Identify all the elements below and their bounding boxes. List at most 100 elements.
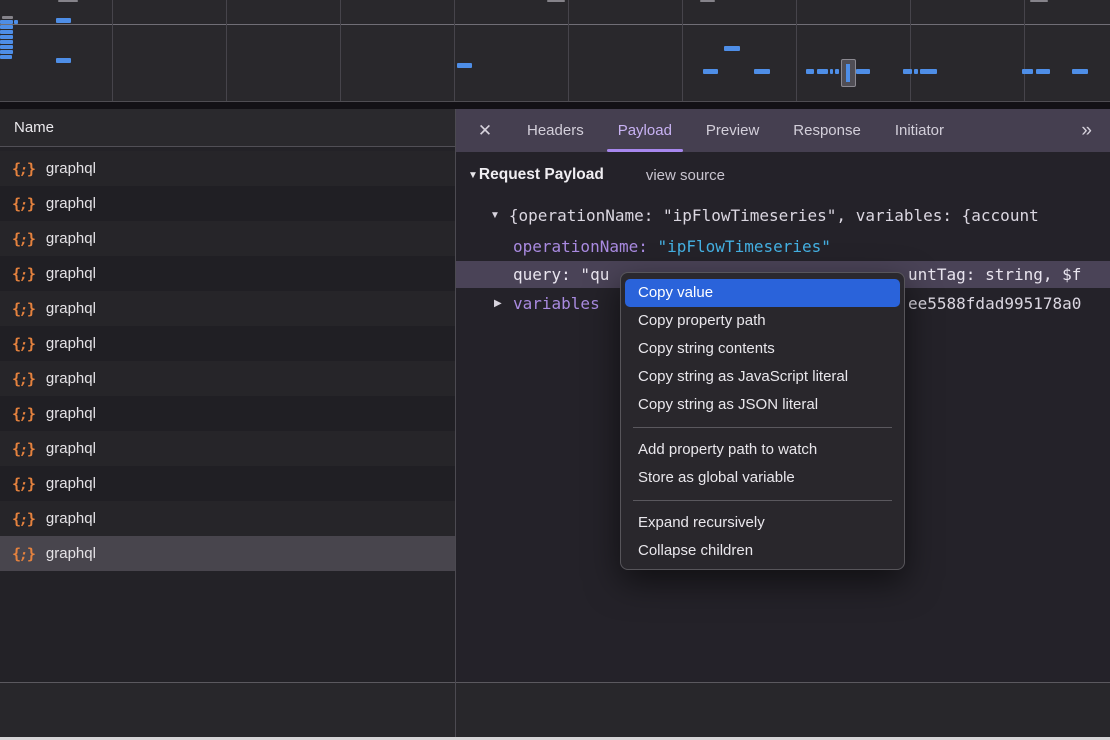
request-name-label: graphql (46, 510, 96, 527)
menu-item-copy-string-as-javascript-literal[interactable]: Copy string as JavaScript literal (625, 363, 900, 391)
request-name-label: graphql (46, 335, 96, 352)
menu-item-expand-recursively[interactable]: Expand recursively (625, 509, 900, 537)
tab-payload[interactable]: Payload (601, 109, 689, 152)
json-braces-icon: {;} (12, 160, 35, 178)
overview-gridline (340, 0, 341, 101)
table-row[interactable]: {;}graphql (0, 431, 455, 466)
network-overview[interactable] (0, 0, 1110, 102)
request-timing-bar[interactable] (817, 69, 828, 74)
request-timing-bar[interactable] (724, 46, 740, 51)
payload-summary-row[interactable]: ▼{operationName: "ipFlowTimeseries", var… (456, 202, 1110, 229)
table-row[interactable]: {;} graphql (0, 501, 455, 536)
name-column-header[interactable]: Name (0, 109, 455, 147)
request-name-label: graphql (46, 440, 96, 457)
table-row[interactable]: {;}graphql (0, 361, 455, 396)
request-timing-bar[interactable] (547, 0, 565, 2)
tab-headers[interactable]: Headers (510, 109, 601, 152)
overview-divider-line (0, 24, 1110, 25)
request-timing-bar[interactable] (806, 69, 814, 74)
close-icon[interactable]: ✕ (470, 121, 500, 141)
json-braces-icon: {;} (12, 545, 35, 563)
json-braces-icon: {;} (12, 510, 35, 528)
selected-request-marker[interactable] (841, 59, 856, 87)
table-row[interactable]: {;} graphql (0, 326, 455, 361)
request-timing-bar[interactable] (830, 69, 833, 74)
tab-response[interactable]: Response (776, 109, 878, 152)
view-source-link[interactable]: view source (646, 167, 725, 184)
request-timing-bar[interactable] (1022, 69, 1033, 74)
name-column-label: Name (14, 119, 54, 136)
tab-preview[interactable]: Preview (689, 109, 776, 152)
collapse-triangle-icon[interactable]: ▼ (468, 170, 478, 181)
request-timing-bar[interactable] (457, 63, 472, 68)
request-timing-bar[interactable] (0, 40, 13, 44)
request-name-label: graphql (46, 300, 96, 317)
table-row[interactable]: {;}graphql (0, 221, 455, 256)
request-timing-bar[interactable] (920, 69, 937, 74)
request-timing-bar[interactable] (0, 20, 13, 24)
request-timing-bar[interactable] (0, 35, 13, 39)
table-row[interactable]: {;}graphql (0, 536, 455, 571)
menu-item-store-as-global-variable[interactable]: Store as global variable (625, 464, 900, 492)
overview-gridline (112, 0, 113, 101)
overview-gridline (1024, 0, 1025, 101)
table-row[interactable]: {;} graphql (0, 396, 455, 431)
request-timing-bar[interactable] (1030, 0, 1048, 2)
operation-name-row[interactable]: operationName: "ipFlowTimeseries" (456, 233, 1110, 260)
json-braces-icon: {;} (12, 335, 35, 353)
menu-item-copy-value[interactable]: Copy value (625, 279, 900, 307)
summary-footer (0, 683, 1110, 737)
panel-divider[interactable] (455, 109, 456, 737)
table-row[interactable]: {;}graphql (0, 151, 455, 186)
json-braces-icon: {;} (12, 405, 35, 423)
request-timing-bar[interactable] (856, 69, 870, 74)
request-timing-bar[interactable] (56, 58, 71, 63)
request-timing-bar[interactable] (754, 69, 770, 74)
table-row[interactable]: {;}graphql (0, 256, 455, 291)
menu-item-copy-string-contents[interactable]: Copy string contents (625, 335, 900, 363)
menu-item-collapse-children[interactable]: Collapse children (625, 537, 900, 565)
section-title: Request Payload (479, 166, 604, 184)
request-timing-bar[interactable] (56, 18, 71, 23)
request-timing-bar[interactable] (58, 0, 78, 2)
tab-initiator[interactable]: Initiator (878, 109, 961, 152)
request-timing-bar[interactable] (700, 0, 715, 2)
more-tabs-icon[interactable]: » (1081, 120, 1110, 142)
menu-item-add-property-path-to-watch[interactable]: Add property path to watch (625, 436, 900, 464)
request-timing-bar[interactable] (703, 69, 718, 74)
query-value-fragment: untTag: string, $f (908, 265, 1081, 284)
overview-gridline (454, 0, 455, 101)
overview-gridline (796, 0, 797, 101)
request-timing-bar[interactable] (0, 25, 13, 29)
request-timing-bar[interactable] (0, 30, 13, 34)
menu-item-copy-property-path[interactable]: Copy property path (625, 307, 900, 335)
requests-panel: Name {;} graphql {;} graphql {;} graphql {;} gr… (0, 109, 455, 682)
request-timing-bar[interactable] (0, 55, 12, 59)
table-row[interactable]: {;}graphql (0, 466, 455, 501)
request-timing-bar[interactable] (914, 69, 918, 74)
request-timing-bar[interactable] (1036, 69, 1050, 74)
json-braces-icon: {;} (12, 370, 35, 388)
query-key-fragment: query: "qu (456, 265, 609, 284)
table-row[interactable]: {;} graphql (0, 291, 455, 326)
request-timing-bar[interactable] (0, 50, 13, 54)
expand-triangle-icon[interactable]: ▶ (494, 298, 502, 309)
overview-gridline (226, 0, 227, 101)
request-name-label: graphql (46, 405, 96, 422)
request-timing-bar[interactable] (14, 20, 18, 24)
expanded-triangle-icon[interactable]: ▼ (490, 210, 500, 221)
request-name-label: graphql (46, 265, 96, 282)
request-timing-bar[interactable] (0, 45, 13, 49)
request-timing-bar[interactable] (835, 69, 839, 74)
request-payload-section-header[interactable]: ▼ Request Payload view source (468, 162, 725, 188)
request-timing-bar[interactable] (2, 16, 13, 19)
table-row[interactable]: {;}graphql (0, 186, 455, 221)
json-braces-icon: {;} (12, 300, 35, 318)
detail-tab-bar: ✕ HeadersPayloadPreviewResponseInitiator… (456, 109, 1110, 152)
devtools-window: Name {;} graphql {;} graphql {;} graphql {;} gr… (0, 0, 1110, 740)
json-braces-icon: {;} (12, 195, 35, 213)
menu-separator (633, 500, 892, 501)
request-timing-bar[interactable] (1072, 69, 1088, 74)
menu-item-copy-string-as-json-literal[interactable]: Copy string as JSON literal (625, 391, 900, 419)
request-timing-bar[interactable] (903, 69, 912, 74)
